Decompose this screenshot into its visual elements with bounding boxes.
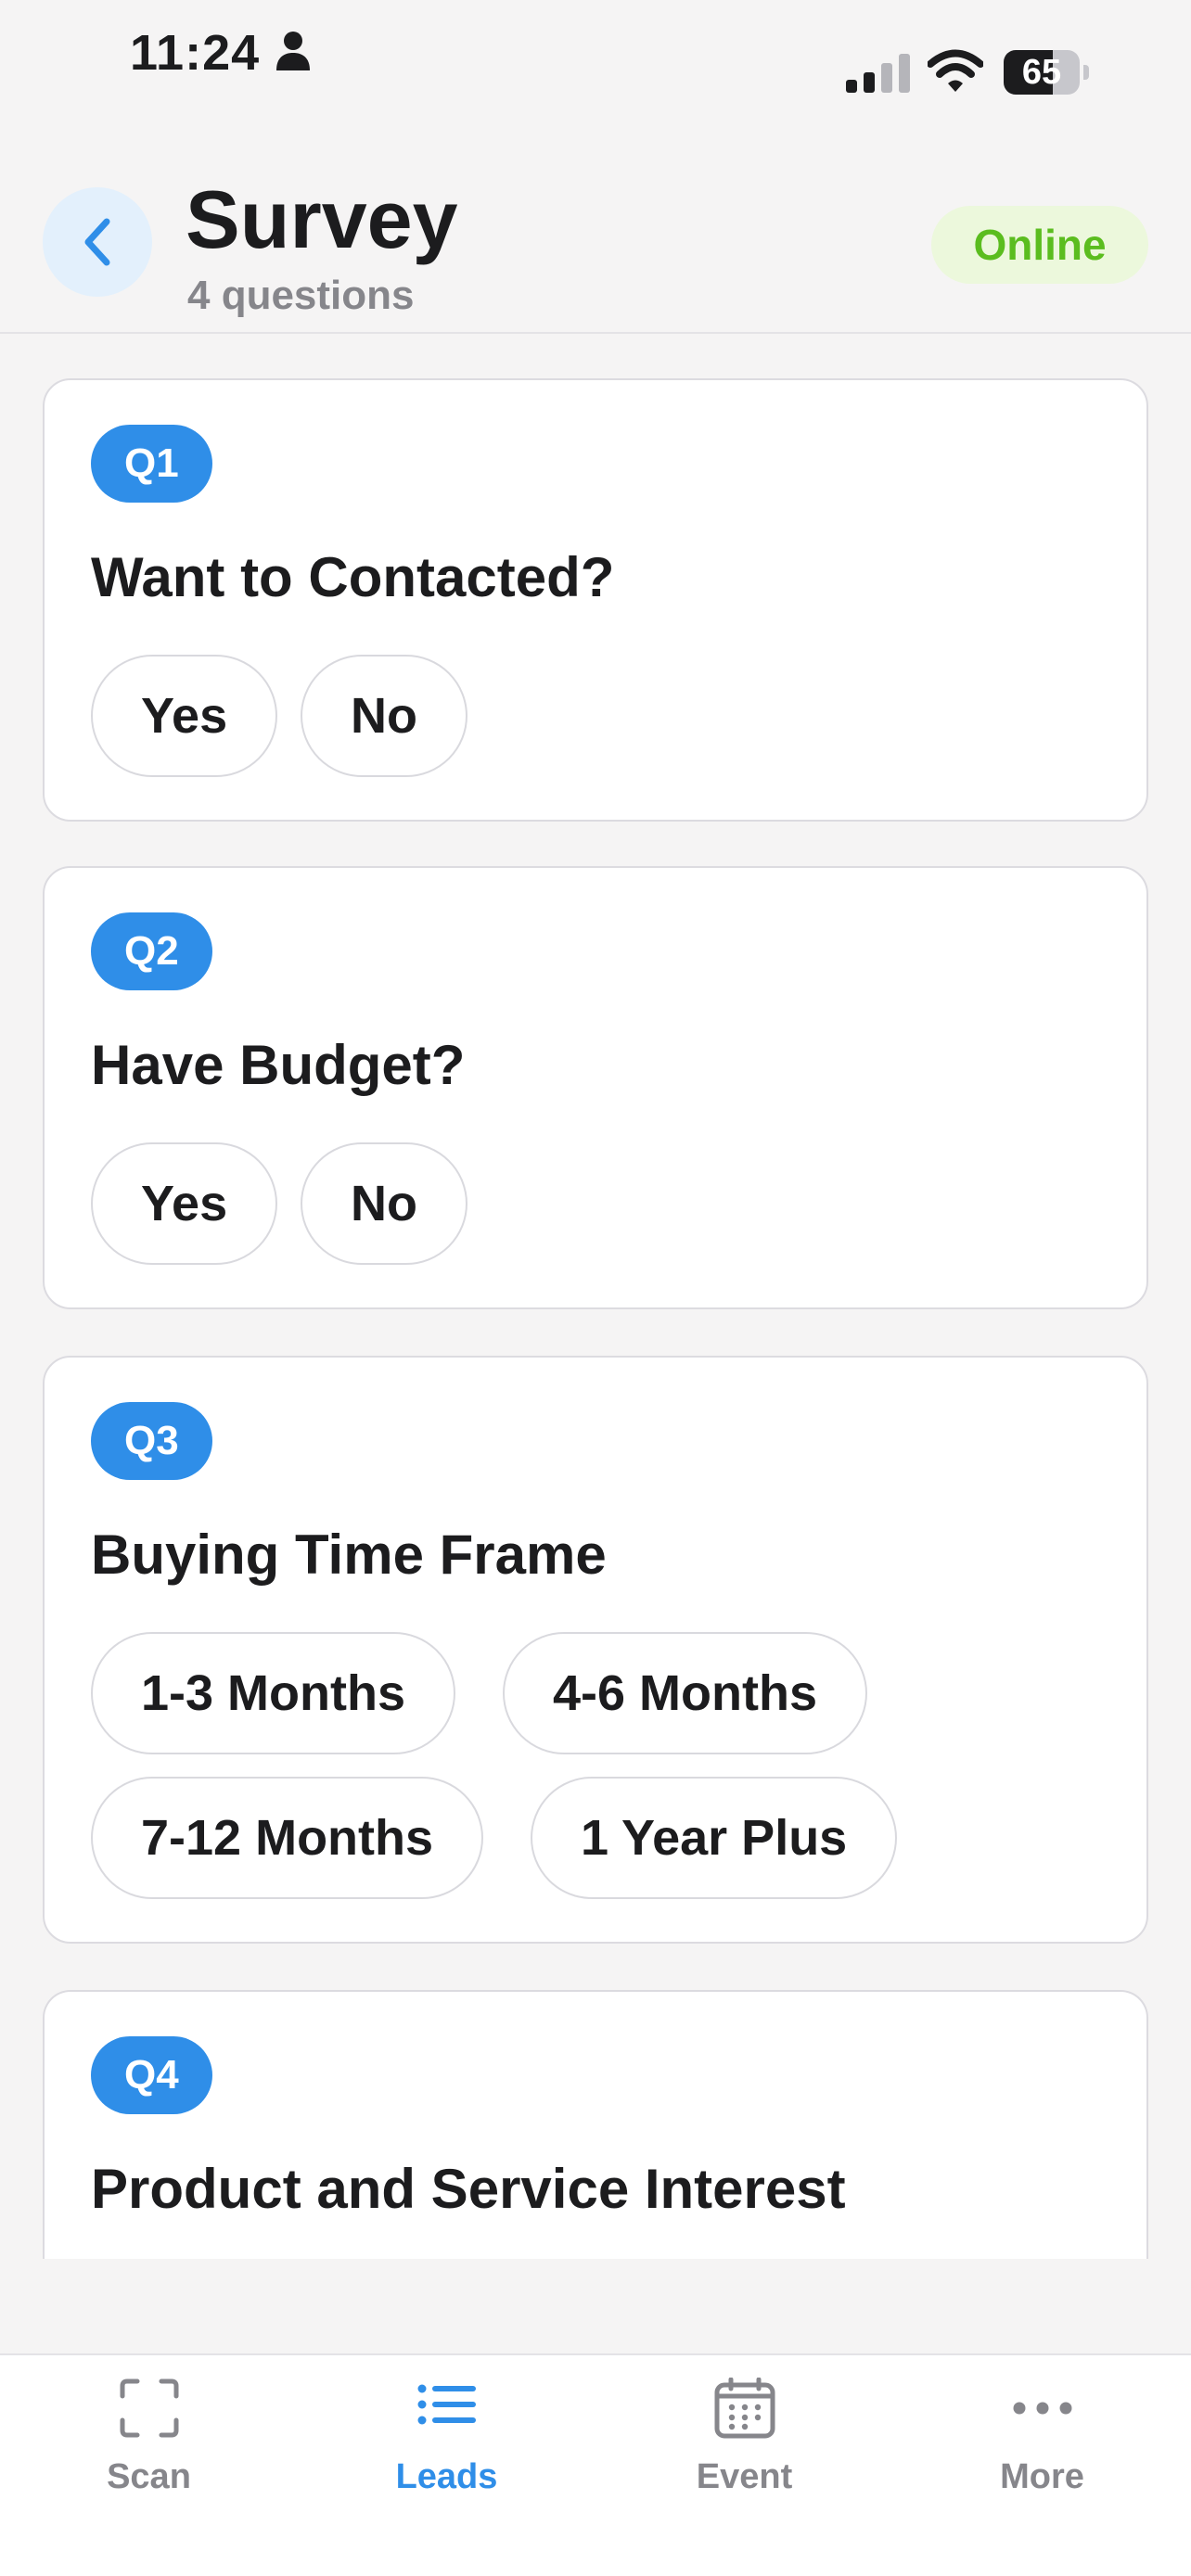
question-title: Want to Contacted? <box>91 546 615 608</box>
question-card-q4: Q4 Product and Service Interest <box>43 1990 1148 2259</box>
option-1-year-plus[interactable]: 1 Year Plus <box>531 1777 898 1899</box>
option-4-6-months[interactable]: 4-6 Months <box>503 1632 868 1754</box>
question-number-badge: Q3 <box>91 1402 212 1480</box>
question-title: Have Budget? <box>91 1034 466 1096</box>
tab-leads[interactable]: Leads <box>298 2355 596 2576</box>
chevron-left-icon <box>84 218 110 266</box>
tab-label: Event <box>696 2457 793 2496</box>
tab-label: Leads <box>395 2457 498 2496</box>
cellular-signal-icon <box>846 54 910 93</box>
survey-screen: 11:24 65 Survey 4 questions Online Q1 Wa… <box>0 0 1191 2576</box>
question-title: Buying Time Frame <box>91 1524 607 1586</box>
status-bar: 11:24 65 <box>0 0 1191 139</box>
question-card-q1: Q1 Want to Contacted? Yes No <box>43 378 1148 822</box>
question-count: 4 questions <box>187 273 415 318</box>
bottom-tab-bar: Scan Leads Event More <box>0 2353 1191 2576</box>
option-no[interactable]: No <box>301 655 467 777</box>
calendar-icon <box>714 2378 775 2439</box>
list-icon <box>417 2384 476 2425</box>
wifi-icon <box>928 49 983 92</box>
question-number-badge: Q4 <box>91 2036 212 2114</box>
question-number-badge: Q2 <box>91 912 212 990</box>
question-card-q3: Q3 Buying Time Frame 1-3 Months 4-6 Mont… <box>43 1356 1148 1944</box>
tab-event[interactable]: Event <box>596 2355 893 2576</box>
option-7-12-months[interactable]: 7-12 Months <box>91 1777 484 1899</box>
back-button[interactable] <box>43 187 152 297</box>
question-card-q2: Q2 Have Budget? Yes No <box>43 866 1148 1309</box>
tab-scan[interactable]: Scan <box>0 2355 298 2576</box>
option-yes[interactable]: Yes <box>91 1142 278 1265</box>
tab-more[interactable]: More <box>893 2355 1191 2576</box>
battery-percent: 65 <box>1021 53 1062 92</box>
person-icon <box>276 32 310 70</box>
online-status-badge: Online <box>931 206 1148 284</box>
status-time: 11:24 <box>130 25 261 81</box>
header: Survey 4 questions Online <box>0 139 1191 334</box>
question-title: Product and Service Interest <box>91 2158 846 2220</box>
battery-indicator: 65 <box>1004 50 1089 95</box>
battery-body: 65 <box>1004 50 1080 95</box>
more-icon <box>1013 2402 1072 2415</box>
page-title: Survey <box>186 173 458 265</box>
question-number-badge: Q1 <box>91 425 212 503</box>
tab-label: Scan <box>107 2457 191 2496</box>
battery-tip <box>1083 65 1089 80</box>
option-no[interactable]: No <box>301 1142 467 1265</box>
option-yes[interactable]: Yes <box>91 655 278 777</box>
tab-label: More <box>1000 2457 1084 2496</box>
option-1-3-months[interactable]: 1-3 Months <box>91 1632 456 1754</box>
scan-icon <box>120 2378 179 2438</box>
